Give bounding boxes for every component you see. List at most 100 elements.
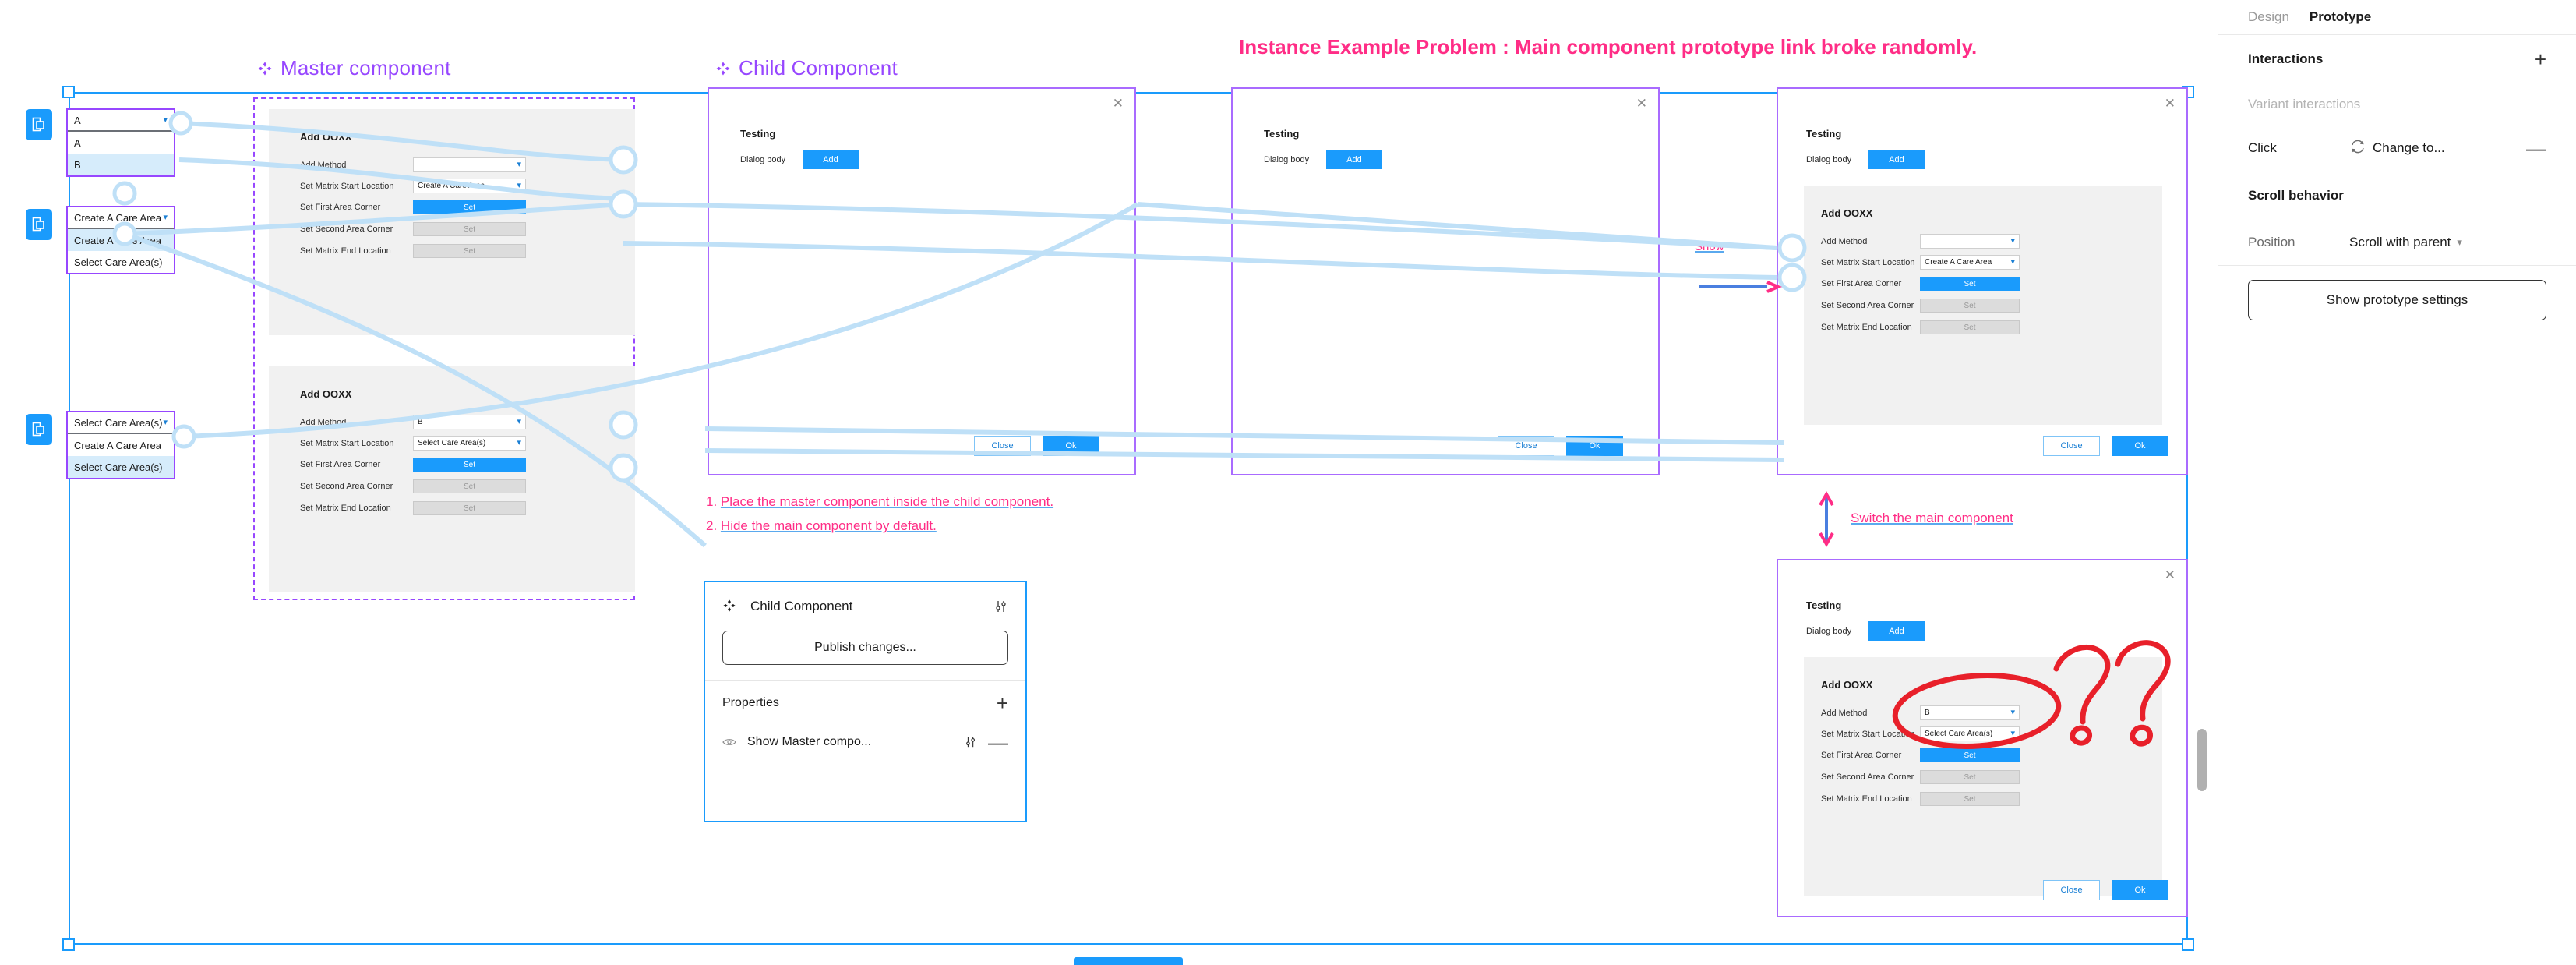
dialog-testing-2[interactable]: ✕ Testing Dialog body Add Close Ok [1231,87,1660,475]
interaction-action[interactable]: Change to... [2349,140,2445,157]
sidebar-tabs: Design Prototype [2218,0,2576,34]
resize-handle-bottom-left[interactable] [62,938,75,951]
chevron-down-icon: ▾ [2457,236,2462,248]
divider [2218,265,2576,266]
property-row[interactable]: Show Master compo... — [705,725,1025,759]
set-first-area-corner-button[interactable]: Set [1920,277,2020,291]
sliders-icon[interactable] [994,599,1008,613]
set-matrix-end-location-button[interactable]: Set [413,501,526,515]
set-first-area-corner-button[interactable]: Set [413,200,526,214]
dropdown-option[interactable]: Select Care Area(s) [68,456,174,478]
dropdown-matrix-start-create[interactable]: Create A Care Area ▾ Create A Care Area … [66,206,175,274]
matrix-start-select[interactable]: Select Care Area(s) ▾ [413,436,526,451]
resize-handle-bottom-right[interactable] [2182,938,2194,951]
close-icon[interactable]: ✕ [1636,97,1647,110]
row-label: Set Matrix Start Location [300,438,394,448]
resize-handle-top-left[interactable] [62,86,75,98]
set-matrix-end-location-button[interactable]: Set [1920,320,2020,334]
sliders-icon[interactable] [965,736,977,748]
publish-changes-button[interactable]: Publish changes... [722,631,1008,665]
section-label-master-component[interactable]: Master component [257,56,451,80]
chevron-down-icon: ▾ [517,181,521,190]
row-label: Set Matrix Start Location [1821,729,1915,739]
dropdown-option[interactable]: Create A Care Area [68,434,174,456]
matrix-start-select[interactable]: Create A Care Area ▾ [1920,255,2020,270]
app-root: Master component Child Component Instanc… [0,0,2576,965]
add-button[interactable]: Add [1326,150,1382,169]
instance-badge-icon[interactable] [26,209,52,240]
close-button[interactable]: Close [2043,436,2100,456]
tab-design[interactable]: Design [2248,9,2289,25]
close-button[interactable]: Close [2043,880,2100,900]
add-interaction-icon[interactable]: + [2535,49,2546,69]
set-matrix-end-location-button[interactable]: Set [413,244,526,258]
close-icon[interactable]: ✕ [2165,97,2175,110]
show-prototype-settings-button[interactable]: Show prototype settings [2248,280,2546,320]
position-row[interactable]: Position Scroll with parent ▾ [2218,220,2576,265]
close-icon[interactable]: ✕ [1113,97,1124,110]
dropdown-option[interactable]: Select Care Area(s) [68,251,174,273]
add-method-select[interactable]: ▾ [1920,234,2020,249]
dropdown-option-label: Select Care Area(s) [74,461,163,473]
ok-button[interactable]: Ok [2112,880,2168,900]
row-label: Set First Area Corner [300,460,381,469]
canvas-vertical-scrollbar[interactable] [2197,729,2207,791]
ooxx-row: Set Matrix Start Location Select Care Ar… [1821,726,2148,741]
dropdown-option[interactable]: A [68,132,174,154]
chevron-down-icon: ▾ [517,438,521,447]
add-button[interactable]: Add [803,150,859,169]
ooxx-row: Set Matrix End Location Set [300,501,604,515]
set-second-area-corner-button[interactable]: Set [413,222,526,236]
instance-badge-icon[interactable] [26,414,52,445]
add-method-select[interactable]: B ▾ [413,415,526,429]
position-value: Scroll with parent [2349,235,2451,249]
position-select[interactable]: Scroll with parent ▾ [2349,235,2462,250]
close-button[interactable]: Close [974,436,1031,456]
instance-badge-icon[interactable] [26,109,52,140]
section-label-master-text: Master component [281,56,451,80]
close-icon[interactable]: ✕ [2165,568,2175,581]
ok-button[interactable]: Ok [1043,436,1099,456]
tab-prototype[interactable]: Prototype [2310,9,2371,25]
dropdown-add-method[interactable]: A ▾ A B [66,108,175,177]
dropdown-add-method-field[interactable]: A ▾ [68,110,174,132]
annotation-step-2: 2. Hide the main component by default. [706,518,937,534]
interaction-click-row[interactable]: Click Change to... — [2218,125,2576,171]
ooxx-panel-dialog-3: Add OOXX Add Method ▾ Set Matrix Start L… [1804,186,2162,425]
dialog-testing-1[interactable]: ✕ Testing Dialog body Add Close Ok [708,87,1136,475]
ok-button[interactable]: Ok [1566,436,1623,456]
set-matrix-end-location-button[interactable]: Set [1920,792,2020,806]
ooxx-row: Add Method ▾ [1821,234,2148,249]
set-first-area-corner-button[interactable]: Set [413,458,526,472]
ooxx-row: Set Matrix End Location Set [1821,320,2148,334]
dropdown-option[interactable]: Create A Care Area [68,229,174,251]
set-second-area-corner-button[interactable]: Set [413,479,526,493]
matrix-start-select[interactable]: Create A Care Area ▾ [413,179,526,193]
ooxx-row: Set First Area Corner Set [1821,748,2148,762]
dropdown-matrix-start-select-field[interactable]: Select Care Area(s) ▾ [68,412,174,434]
set-first-area-corner-button[interactable]: Set [1920,748,2020,762]
set-second-area-corner-button[interactable]: Set [1920,770,2020,784]
bottom-blue-chip[interactable] [1074,957,1183,965]
ok-button[interactable]: Ok [2112,436,2168,456]
ooxx-panel-master-2: Add OOXX Add Method B ▾ Set Matrix Start… [269,366,635,592]
remove-interaction-icon[interactable]: — [2526,138,2546,158]
set-second-area-corner-button[interactable]: Set [1920,299,2020,313]
add-method-select[interactable]: B ▾ [1920,705,2020,720]
add-button[interactable]: Add [1868,621,1925,641]
ooxx-row: Set Second Area Corner Set [300,222,604,236]
dropdown-matrix-start-select[interactable]: Select Care Area(s) ▾ Create A Care Area… [66,411,175,479]
add-button[interactable]: Add [1868,150,1925,169]
dropdown-option-label: Create A Care Area [74,234,162,246]
dropdown-matrix-start-create-field[interactable]: Create A Care Area ▾ [68,207,174,229]
close-button[interactable]: Close [1498,436,1554,456]
dropdown-option[interactable]: B [68,154,174,175]
remove-property-icon[interactable]: — [988,732,1008,752]
add-property-icon[interactable]: + [997,693,1008,713]
dialog-body-label: Dialog body [1806,627,1852,636]
dialog-testing-4[interactable]: ✕ Testing Dialog body Add Add OOXX Add M… [1777,559,2188,917]
section-label-child-component[interactable]: Child Component [715,56,898,80]
dialog-testing-3[interactable]: ✕ Testing Dialog body Add Add OOXX Add M… [1777,87,2188,475]
matrix-start-select[interactable]: Select Care Area(s) ▾ [1920,726,2020,741]
add-method-select[interactable]: ▾ [413,157,526,172]
